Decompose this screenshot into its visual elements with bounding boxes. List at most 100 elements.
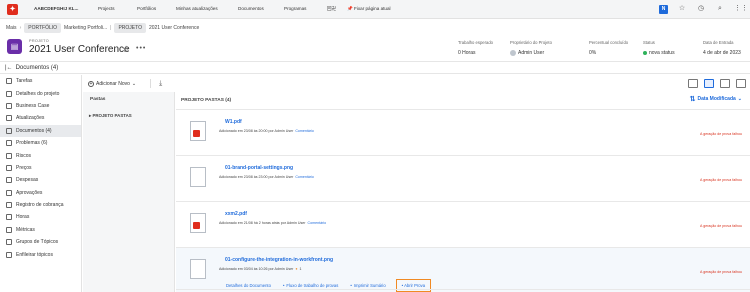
comment-link[interactable]: Comentário [308, 221, 327, 225]
nav-portfolios[interactable]: Portfólios [137, 6, 156, 11]
file-name-link[interactable]: W1.pdf [225, 119, 242, 125]
stat-value[interactable]: Admin User [518, 50, 544, 56]
sidebar-item-risks[interactable]: Riscos [0, 149, 81, 161]
stat-percent-complete: Percentual concluído 0% [589, 40, 628, 56]
chevron-right-icon: › [19, 25, 22, 31]
sidebar-item-label: Registro de cobrança [16, 202, 64, 209]
account-name[interactable]: AABCDEFGHIJ KL... [34, 6, 78, 11]
more-options-icon[interactable]: ••• [136, 45, 146, 52]
grid-view-icon[interactable] [688, 79, 698, 88]
list-item[interactable]: 01-brand-portal-settings.png Adicionado … [176, 155, 750, 201]
open-proof-label: Abrir Prova [404, 283, 426, 288]
document-details-link[interactable]: Detalhes do Documento [226, 283, 271, 288]
sidebar-item-queue-topics[interactable]: Enfileirar tópicos [0, 248, 81, 260]
grid-menu-icon[interactable]: ⋮⋮ [734, 4, 748, 14]
add-new-button[interactable]: + Adicionar Novo ⌄ [88, 80, 137, 87]
file-thumbnail[interactable] [190, 167, 206, 187]
user-badge-icon[interactable]: N [659, 4, 668, 14]
sidebar-item-approvals[interactable]: Aprovações [0, 187, 81, 199]
file-thumbnail[interactable] [190, 213, 206, 233]
favorite-star-icon[interactable]: ☆ [122, 44, 130, 55]
sidebar-item-label: Tarefas [16, 78, 33, 85]
stat-label: Proprietário do Projeto [510, 40, 552, 45]
queue-topics-icon [6, 251, 12, 258]
sidebar-item-billing[interactable]: Registro de cobrança [0, 199, 81, 211]
breadcrumb-divider: | [110, 25, 112, 31]
sidebar-item-topic-groups[interactable]: Grupos de Tópicos [0, 236, 81, 248]
clock-icon[interactable]: ◷ [696, 4, 706, 14]
sidebar-item-issues[interactable]: Problemas (6) [0, 137, 81, 149]
sort-control[interactable]: ⇅ Data Modificada ⌄ [690, 95, 742, 103]
sidebar-item-label: Despesas [16, 177, 39, 184]
side-panel-icon[interactable] [736, 79, 746, 88]
chevron-down-icon: ⌄ [131, 80, 137, 87]
top-nav-icons: N ☆ ◷ ⌕ ⋮⋮ [659, 4, 748, 14]
app-logo-icon[interactable]: ✦ [7, 4, 18, 15]
list-header: PROJETO PASTAS (4) ⇅ Data Modificada ⌄ [176, 92, 750, 109]
sidebar-item-rates[interactable]: Preços [0, 162, 81, 174]
download-icon[interactable]: ⤓ [159, 80, 162, 88]
sidebar-item-expenses[interactable]: Despesas [0, 174, 81, 186]
nav-projects[interactable]: Projects [98, 6, 115, 11]
comment-link[interactable]: Comentário [295, 175, 314, 179]
stat-label: Percentual concluído [589, 40, 629, 45]
pin-page[interactable]: 📌 Fixar página atual [347, 6, 391, 12]
nav-programs[interactable]: Programas [284, 6, 306, 11]
folder-item[interactable]: ▸ PROJETO PASTAS [83, 102, 174, 119]
sidebar-item-project-details[interactable]: Detalhes do projeto [0, 87, 81, 99]
sidebar-item-updates[interactable]: Atualizações [0, 112, 81, 124]
hours-icon [6, 214, 12, 221]
print-summary-link[interactable]: Imprimir Sumário [354, 283, 386, 288]
project-icon: ▤ [7, 39, 22, 54]
stat-value: 0 Horas [458, 50, 476, 56]
sidebar-item-hours[interactable]: Horas [0, 211, 81, 223]
sidebar-item-label: Horas [16, 214, 30, 221]
stat-planned-hours: Trabalho esperado 0 Horas [458, 40, 493, 56]
comment-count[interactable]: 1 [300, 267, 302, 271]
sidebar-item-label: Aprovações [16, 189, 43, 196]
file-thumbnail[interactable] [190, 259, 206, 279]
breadcrumb-portfolio[interactable]: Marketing Portfoli... [64, 25, 107, 31]
compact-view-icon[interactable] [720, 79, 730, 88]
file-name-link[interactable]: xxm2.pdf [225, 211, 247, 217]
stat-status: Status nova status [643, 40, 675, 56]
list-view-icon[interactable] [704, 79, 714, 88]
file-name-link[interactable]: 01-brand-portal-settings.png [225, 165, 293, 171]
proof-workflow-link[interactable]: Fluxo de trabalho de provas [286, 283, 338, 288]
sidebar-item-documents[interactable]: Documentos (4) [0, 124, 81, 137]
sidebar-item-label: Preços [16, 164, 32, 171]
sort-label: Data Modificada [697, 96, 736, 102]
sidebar-item-label: Business Case [16, 102, 50, 109]
sidebar-item-label: Detalhes do projeto [16, 90, 60, 97]
nav-documents[interactable]: Documentos [238, 6, 264, 11]
sidebar-item-tasks[interactable]: Tarefas [0, 75, 81, 87]
nav-extra[interactable]: 回卍 [327, 6, 336, 12]
breadcrumb-portfolio-kicker[interactable]: PORTFÓLIO [24, 23, 62, 33]
documents-toolbar: + Adicionar Novo ⌄ ⤓ [83, 75, 750, 92]
sidebar-item-metrics[interactable]: Métricas [0, 224, 81, 236]
sidebar-item-label: Atualizações [16, 115, 45, 122]
search-icon[interactable]: ⌕ [715, 4, 725, 14]
list-item[interactable]: xxm2.pdf Adicionado em 21/08 há 2 horas … [176, 201, 750, 247]
breadcrumb-project[interactable]: 2021 User Conference [149, 25, 199, 31]
tasks-icon [6, 78, 12, 85]
list-item[interactable]: 01-configure-the-integration-in-workfron… [176, 247, 750, 292]
star-icon[interactable]: ☆ [677, 4, 687, 14]
collapse-sidebar-icon[interactable]: |← [5, 65, 13, 71]
file-meta-text: Adicionado em 23/08 às 20:00 por Admin U… [219, 129, 294, 133]
documents-icon [6, 127, 12, 134]
status-badge[interactable]: nova status [649, 50, 675, 56]
list-item[interactable]: W1.pdf Adicionado em 23/08 às 20:00 por … [176, 109, 750, 155]
stat-label: Status [643, 40, 655, 45]
billing-icon [6, 202, 12, 209]
nav-my-updates[interactable]: Minhas atualizações [176, 6, 218, 11]
comment-link[interactable]: Comentário [295, 129, 314, 133]
pdf-icon [193, 130, 200, 137]
comment-bubble-icon: ● [295, 267, 298, 271]
stat-label: Data de Entrada [703, 40, 734, 45]
sidebar-item-business-case[interactable]: Business Case [0, 100, 81, 112]
breadcrumb-project-kicker[interactable]: PROJETO [114, 23, 146, 33]
file-thumbnail[interactable] [190, 121, 206, 141]
breadcrumb-more[interactable]: Mais [6, 25, 17, 31]
file-name-link[interactable]: 01-configure-the-integration-in-workfron… [225, 257, 333, 263]
